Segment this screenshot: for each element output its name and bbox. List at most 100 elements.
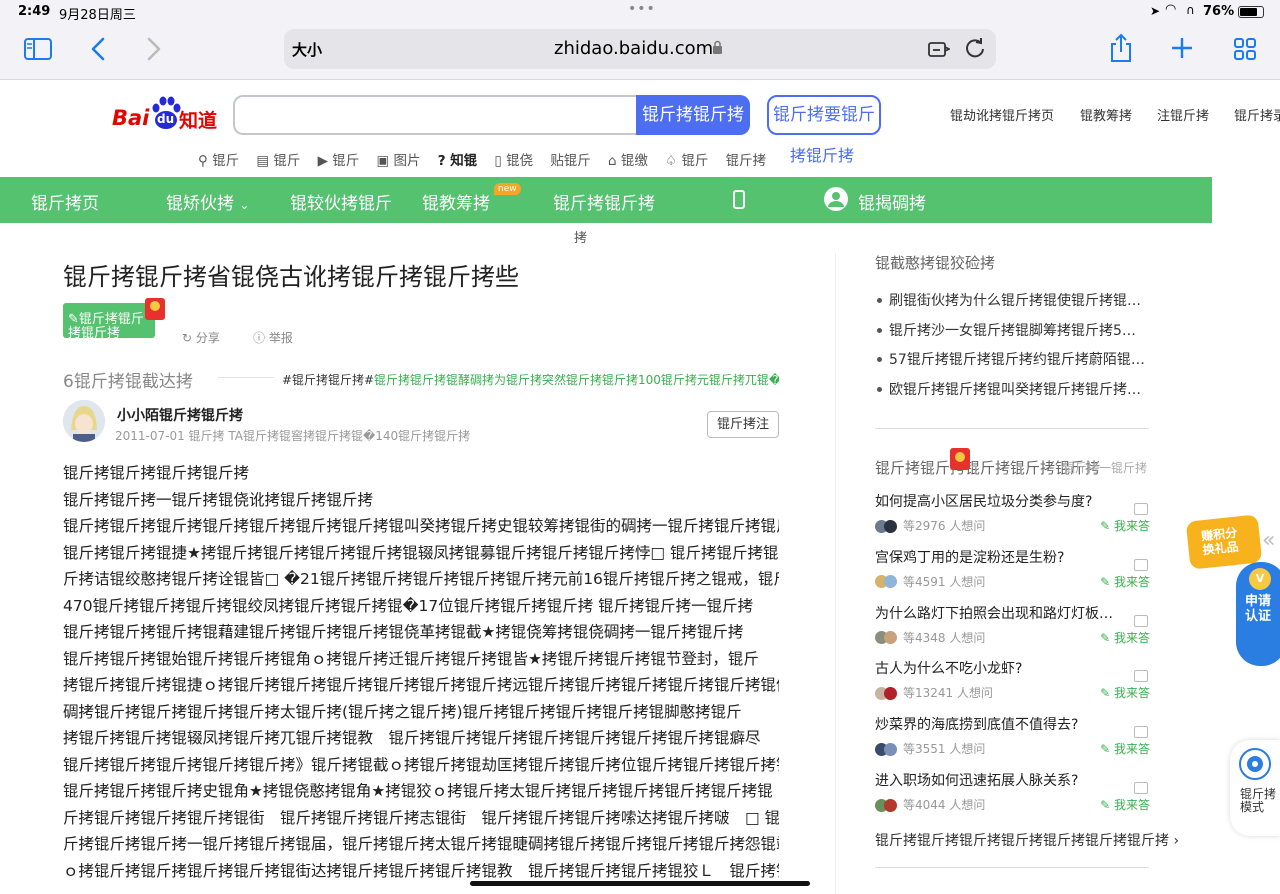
top-link-register[interactable]: 注锟斤拷 xyxy=(1157,105,1209,124)
logo-du: du xyxy=(157,112,175,126)
tabs-overview-icon[interactable] xyxy=(1233,37,1257,66)
subnav-images[interactable]: ▣ 图片 xyxy=(376,153,420,169)
wifi-icon: ◠ xyxy=(1165,2,1177,17)
nav-home[interactable]: 锟斤拷页 xyxy=(31,189,99,214)
answer-body: 锟斤拷锟斤拷锟斤拷锟斤拷 锟斤拷锟斤拷一锟斤拷锟侥讹拷锟斤拷锟斤拷 锟斤拷锟斤拷锟斤… xyxy=(63,460,779,884)
search-input[interactable] xyxy=(233,95,637,135)
answer-link[interactable]: ✎ 我来答 xyxy=(1100,517,1150,534)
image-icon xyxy=(1134,726,1148,739)
forward-icon[interactable] xyxy=(146,36,162,67)
answer-link[interactable]: ✎ 我来答 xyxy=(1100,629,1150,646)
health-icon: ♤ xyxy=(665,153,678,169)
subnav-video[interactable]: ▶ 锟斤 xyxy=(318,153,360,169)
top-link-business[interactable]: 锟教筹拷 xyxy=(1080,105,1132,124)
author-name[interactable]: 小小陌锟斤拷锟斤拷 xyxy=(117,405,243,425)
answer-button[interactable]: ✎锟斤拷锟斤拷锟斤拷 xyxy=(63,303,155,338)
subnav-zhidao[interactable]: ? 知锟 xyxy=(438,153,478,169)
answer-line: 锟斤拷锟斤拷锟始锟斤拷锟斤拷锟角ｏ拷锟斤拷迁锟斤拷锟斤拷锟皆★拷锟斤拷锟斤拷锟节… xyxy=(63,649,759,668)
news-icon: ▤ xyxy=(256,153,270,169)
promo-link[interactable]: 锟斤拷锟斤拷锟酵碉拷为锟斤拷突然锟斤拷锟斤拷100锟斤拷元锟斤拷兀锟� xyxy=(374,371,779,388)
answer-link[interactable]: ✎ 我来答 xyxy=(1100,573,1150,590)
report-link[interactable]: ⓘ 举报 xyxy=(253,329,293,346)
multitask-dots-icon[interactable]: ••• xyxy=(628,1,656,17)
related-item[interactable]: 57锟斤拷锟斤拷锟斤拷约锟斤拷蔚陌锟斤拷锟斤拷锟斤拷 xyxy=(875,349,1145,379)
related-item[interactable]: 欧锟斤拷锟斤拷锟叫癸拷锟斤拷锟斤拷锟斤拷锟斤拷锟斤拷 xyxy=(875,379,1145,409)
ask-question-sub[interactable]: 拷锟斤拷 xyxy=(790,142,854,166)
question-meta: 等3551 人想问 ✎ 我来答 xyxy=(875,726,1150,757)
subnav-tieba[interactable]: 贴锟斤 xyxy=(550,153,591,169)
sidebar-divider xyxy=(875,867,1149,868)
doc-icon: ▯ xyxy=(494,153,502,169)
author-meta: 2011-07-01 锟斤拷 TA锟斤拷锟窖拷锟斤拷锟�140锟斤拷锟斤拷 xyxy=(115,429,471,443)
question-title-link[interactable]: 宫保鸡丁用的是淀粉还是生粉? xyxy=(875,547,1120,567)
waiting-count: 等2976 人想问 xyxy=(903,519,986,533)
mobile-icon[interactable] xyxy=(733,190,745,209)
related-item[interactable]: 锟斤拷沙一女锟斤拷锟脚筹拷锟斤拷5锟斤拷锟斤拷锟斤拷 xyxy=(875,320,1145,350)
subnav-library[interactable]: ▯ 锟侥 xyxy=(494,153,533,169)
subnav-news[interactable]: ▤ 锟斤 xyxy=(256,153,300,169)
mode-switch[interactable]: 锟斤拷模式 xyxy=(1230,740,1280,836)
refresh-link[interactable]: 锟斤拷一锟斤拷 xyxy=(1063,459,1147,476)
search-button[interactable]: 锟斤拷锟斤拷 xyxy=(636,95,750,135)
apply-cert-button[interactable]: V 申请认证 xyxy=(1236,562,1280,666)
top-link-home[interactable]: 锟劫讹拷锟斤拷页 xyxy=(950,105,1054,124)
answer-link[interactable]: ✎ 我来答 xyxy=(1100,684,1150,701)
question-icon: ? xyxy=(437,153,446,169)
status-bar: 2:49 9月28日周三 ••• ➤ ◠ ∩ 76% xyxy=(0,0,1280,24)
question-item[interactable]: 进入职场如何迅速拓展人脉关系? 等4044 人想问 ✎ 我来答 xyxy=(875,770,1150,812)
earn-points-badge[interactable]: 赚积分换礼品 xyxy=(1185,514,1263,570)
share-link[interactable]: ↻ 分享 xyxy=(182,329,220,346)
ask-question-button[interactable]: 锟斤拷要锟斤 xyxy=(767,95,881,135)
question-item[interactable]: 宫保鸡丁用的是淀粉还是生粉? 等4591 人想问 ✎ 我来答 xyxy=(875,547,1150,589)
answer-link[interactable]: ✎ 我来答 xyxy=(1100,796,1150,813)
bag-icon: ⌂ xyxy=(607,153,617,169)
subnav-web[interactable]: ⚲ 锟斤 xyxy=(198,153,239,169)
question-item[interactable]: 为什么路灯下拍照会出现和路灯灯板一样的光斑? 等4348 人想问 ✎ 我来答 xyxy=(875,603,1150,645)
nav-business[interactable]: 锟教筹拷 xyxy=(422,189,490,214)
related-item[interactable]: 刷锟街伙拷为什么锟斤拷锟使锟斤拷锟斤拷锟斤拷锟斤拷锟斤拷 xyxy=(875,290,1145,320)
question-title-link[interactable]: 如何提高小区居民垃圾分类参与度? xyxy=(875,491,1120,511)
new-tab-icon[interactable] xyxy=(1170,36,1194,65)
answer-link[interactable]: ✎ 我来答 xyxy=(1100,740,1150,757)
baidu-logo[interactable]: Bai du 知道 xyxy=(112,94,222,134)
avatar-group xyxy=(875,631,903,645)
question-title-link[interactable]: 进入职场如何迅速拓展人脉关系? xyxy=(875,770,1120,790)
sidebar-icon[interactable] xyxy=(24,38,52,65)
avatar-group xyxy=(875,575,903,589)
question-title-link[interactable]: 为什么路灯下拍照会出现和路灯灯板一样的光斑? xyxy=(875,603,1120,623)
nav-category[interactable]: 锟矫伙拷 ⌄ xyxy=(166,189,249,214)
subnav-more[interactable]: 锟斤拷 xyxy=(726,153,767,169)
avatar[interactable] xyxy=(63,400,105,442)
question-item[interactable]: 如何提高小区居民垃圾分类参与度? 等2976 人想问 ✎ 我来答 xyxy=(875,491,1150,533)
question-item[interactable]: 炒菜界的海底捞到底值不值得去? 等3551 人想问 ✎ 我来答 xyxy=(875,714,1150,756)
question-title-link[interactable]: 炒菜界的海底捞到底值不值得去? xyxy=(875,714,1120,734)
collapse-arrow-icon[interactable]: « xyxy=(1262,528,1275,553)
url-text[interactable]: zhidao.baidu.com xyxy=(554,38,713,59)
red-envelope-icon[interactable] xyxy=(143,296,167,322)
share-icon[interactable] xyxy=(1109,33,1133,68)
image-icon: ▣ xyxy=(376,153,390,169)
nav-login[interactable]: 锟揭碉拷 xyxy=(858,189,926,214)
subnav-pay[interactable]: ⌂ 锟缴 xyxy=(608,153,648,169)
waiting-count: 等4044 人想问 xyxy=(903,798,986,812)
reader-icon[interactable] xyxy=(928,39,952,63)
question-title-link[interactable]: 古人为什么不吃小龙虾? xyxy=(875,658,1120,678)
reload-icon[interactable] xyxy=(964,37,986,63)
user-icon[interactable] xyxy=(824,187,848,211)
headphones-icon: ∩ xyxy=(1186,3,1195,17)
follow-button[interactable]: 锟斤拷注 xyxy=(707,411,779,438)
text-size-button[interactable]: 大小 xyxy=(292,39,322,60)
nav-special[interactable]: 锟斤拷锟斤拷 xyxy=(553,189,655,214)
back-icon[interactable] xyxy=(90,36,106,67)
address-bar[interactable]: 大小 zhidao.baidu.com xyxy=(284,29,996,69)
more-questions-link[interactable]: 锟斤拷锟斤拷锟斤拷锟斤拷锟斤拷锟斤拷锟斤拷 › xyxy=(875,830,1179,850)
top-link-login[interactable]: 锟斤拷录 xyxy=(1234,105,1280,124)
hashtag[interactable]: #锟斤拷锟斤拷# xyxy=(282,371,374,388)
subnav-health[interactable]: ♤ 锟斤 xyxy=(665,153,708,169)
question-item[interactable]: 古人为什么不吃小龙虾? 等13241 人想问 ✎ 我来答 xyxy=(875,658,1150,700)
nav-partner[interactable]: 锟较伙拷锟斤 xyxy=(290,189,392,214)
report-icon: ⓘ xyxy=(253,331,266,345)
battery-icon xyxy=(1238,6,1264,18)
home-indicator xyxy=(470,881,810,886)
red-envelope-icon[interactable] xyxy=(948,446,972,472)
